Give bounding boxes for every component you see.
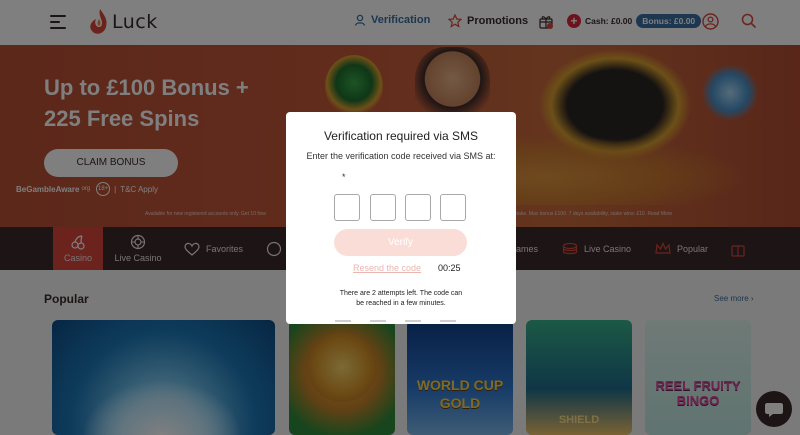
scroll-indicator <box>335 320 351 322</box>
scroll-indicator <box>405 320 421 322</box>
code-digit-1[interactable] <box>334 194 360 221</box>
masked-phone-number: * <box>342 172 346 182</box>
code-digit-3[interactable] <box>405 194 431 221</box>
code-digit-2[interactable] <box>370 194 396 221</box>
resend-code-link[interactable]: Resend the code <box>353 263 421 273</box>
scroll-indicator <box>370 320 386 322</box>
sms-verification-modal: Verification required via SMS Enter the … <box>286 112 516 324</box>
modal-title: Verification required via SMS <box>323 129 479 143</box>
attempts-notice: There are 2 attempts left. The code can … <box>326 289 476 309</box>
code-digit-4[interactable] <box>440 194 466 221</box>
resend-timer: 00:25 <box>438 263 461 273</box>
verify-button[interactable]: Verify <box>334 229 467 256</box>
modal-subtitle: Enter the verification code received via… <box>306 151 496 161</box>
attempts-line1: There are 2 attempts left. The code can <box>339 290 463 297</box>
scroll-indicator <box>440 320 456 322</box>
attempts-line2: be reached in a few minutes. <box>356 300 446 307</box>
